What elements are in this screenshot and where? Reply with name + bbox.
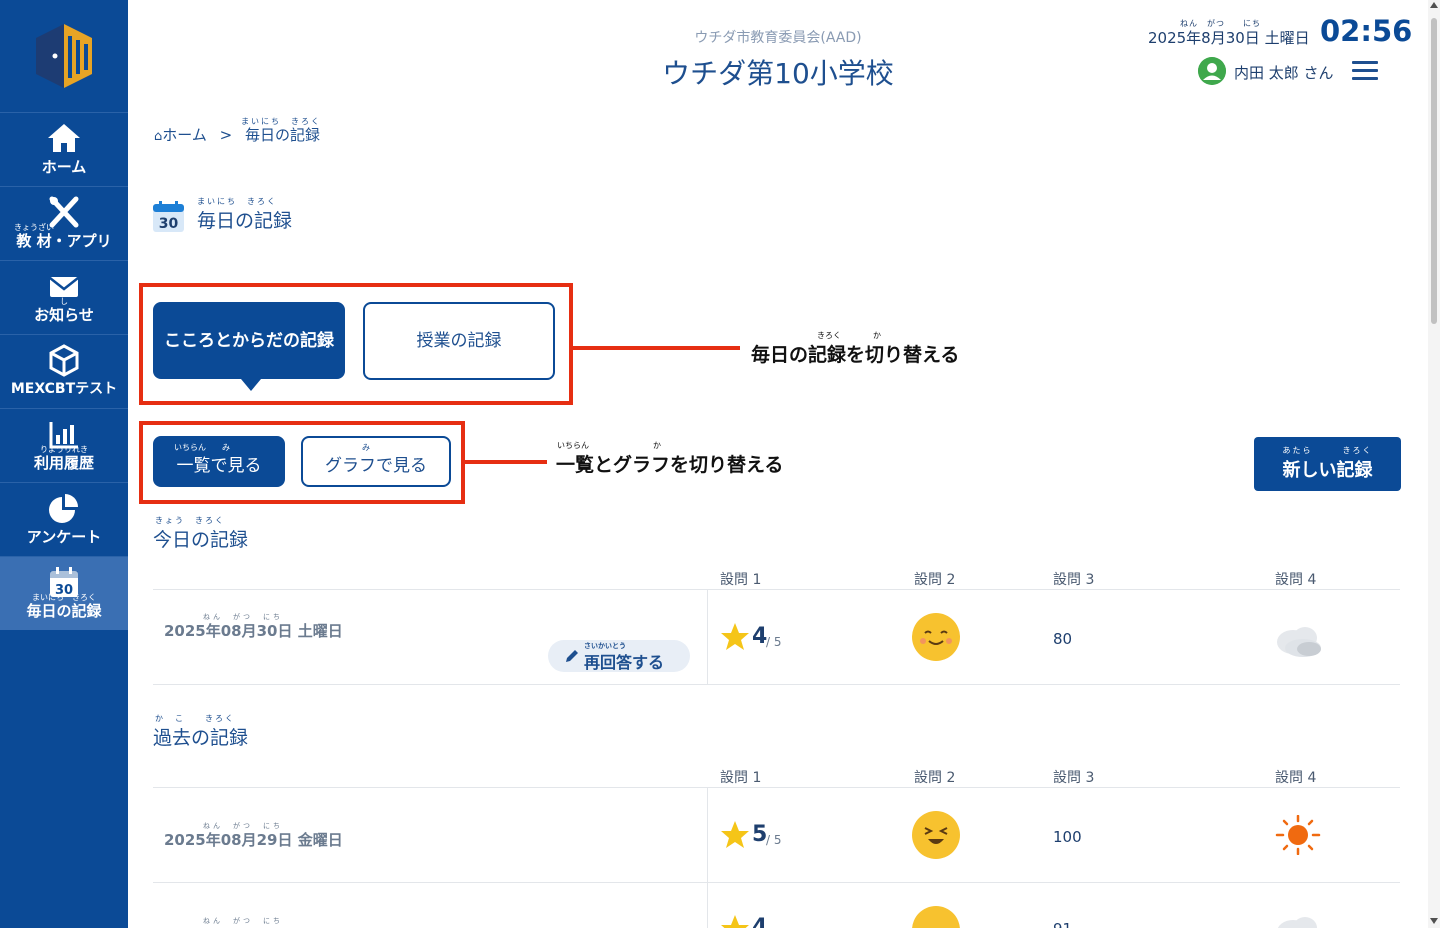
sidebar: ホーム きょうざい 教 材・アプリ し お知らせ MEXCBTテスト りようりれ… [0,0,128,928]
cloudy-icon [1277,917,1317,928]
cube-icon [49,344,79,377]
q3-value: 80 [1053,630,1073,648]
user-name[interactable]: 内田 太郎 さん [1234,62,1334,83]
breadcrumb-current: 毎日の記録 [244,126,320,144]
q1-score-max: / 5 [766,635,782,649]
tab-graph-view-label: グラフで見る [325,455,427,476]
active-tab-pointer [241,379,261,391]
app-logo[interactable] [32,22,96,90]
breadcrumb-separator: > [219,126,233,144]
divider [153,882,1400,883]
q3-value: 91 [1053,920,1072,928]
sidebar-item-history[interactable]: りようりれき 利用履歴 [0,408,128,482]
tab-list-view-ruby: いちらん み [174,443,230,452]
annotation-line [573,346,740,350]
divider [153,787,1400,788]
column-header-q1: 設問 1 [720,572,762,588]
q1-score: 4 [752,915,768,928]
cloudy-icon [1277,627,1321,657]
hamburger-menu-icon[interactable] [1352,61,1378,81]
sidebar-item-materials[interactable]: きょうざい 教 材・アプリ [0,186,128,260]
annotation-switch-record: 毎日の記録を切り替える [751,344,960,366]
divider [707,788,708,928]
new-record-label: 新しい記録 [1282,460,1373,481]
q3-value: 100 [1053,828,1082,846]
tab-class-record[interactable]: 授業の記録 [363,302,555,380]
calendar-icon: 30 [153,201,184,232]
column-header-q4: 設問 4 [1275,572,1317,588]
star-icon [721,623,749,650]
sidebar-item-label: 毎日の記録 [26,602,102,620]
current-date: 2025年8月30日 土曜日 [1148,29,1310,47]
breadcrumb: ⌂ホーム > 毎日の記録 [154,124,320,145]
current-time: 02:56 [1320,14,1413,48]
column-header-q4: 設問 4 [1275,770,1317,786]
column-header-q2: 設問 2 [914,770,956,786]
column-header-q3: 設問 3 [1053,572,1095,588]
new-record-button[interactable]: あたら きろく 新しい記録 [1254,437,1401,491]
today-title: 今日の記録 [153,529,249,551]
pie-chart-icon [49,494,78,523]
column-header-q2: 設問 2 [914,572,956,588]
reanswer-button[interactable]: さいかいとう 再回答する [548,640,690,672]
sidebar-item-label: 利用履歴 [33,454,94,472]
star-icon [721,915,749,928]
breadcrumb-home-link[interactable]: ホーム [162,126,207,144]
sidebar-item-survey[interactable]: アンケート [0,482,128,556]
sunny-icon [1275,815,1321,855]
tab-graph-view-ruby: み [322,443,370,452]
scrollbar[interactable] [1428,0,1440,928]
annotation-line [465,460,547,464]
smile-face-icon [912,906,960,928]
sidebar-item-daily-record[interactable]: 30 まいにち きろく 毎日の記録 [0,556,128,630]
divider [707,590,708,684]
smile-face-icon [912,613,960,661]
star-icon [721,821,749,848]
column-header-q1: 設問 1 [720,770,762,786]
divider [153,684,1400,685]
row-date-ruby: ねん がつ にち [203,917,283,925]
new-record-ruby: あたら きろく [1282,446,1373,455]
scrollbar-thumb[interactable] [1431,18,1437,324]
scroll-down-arrow-icon[interactable] [1430,918,1438,924]
reanswer-label: 再回答する [584,653,665,672]
avatar[interactable] [1198,57,1226,85]
row-date: 2025年08月29日 金曜日 [164,831,343,849]
row-date: 2025年08月30日 土曜日 [164,622,343,640]
home-icon [48,124,80,152]
past-title: 過去の記録 [153,727,249,749]
organization-name: ウチダ市教育委員会(AAD) [694,30,862,46]
school-name: ウチダ第10小学校 [662,57,894,90]
tab-mind-body-record[interactable]: こころとからだの記録 [153,302,345,379]
pencil-icon [566,650,578,662]
sidebar-item-label: 教 材・アプリ [16,232,112,250]
q1-score-max: / 5 [766,833,782,847]
sidebar-item-mexcbt[interactable]: MEXCBTテスト [0,334,128,408]
sidebar-item-label: MEXCBTテスト [10,381,118,397]
calendar-day: 30 [159,216,179,232]
sidebar-item-label: お知らせ [34,306,94,324]
sidebar-item-notices[interactable]: し お知らせ [0,260,128,334]
annotation-switch-view: 一覧とグラフを切り替える [556,454,784,476]
sidebar-item-label: アンケート [26,528,102,546]
scroll-up-arrow-icon[interactable] [1430,2,1438,8]
sidebar-item-label: ホーム [41,158,87,176]
divider [153,589,1400,590]
tab-list-view-label: 一覧で見る [176,455,262,476]
sidebar-item-home[interactable]: ホーム [0,112,128,186]
laughing-face-icon [912,811,960,859]
column-header-q3: 設問 3 [1053,770,1095,786]
page-title: 毎日の記録 [197,210,293,232]
